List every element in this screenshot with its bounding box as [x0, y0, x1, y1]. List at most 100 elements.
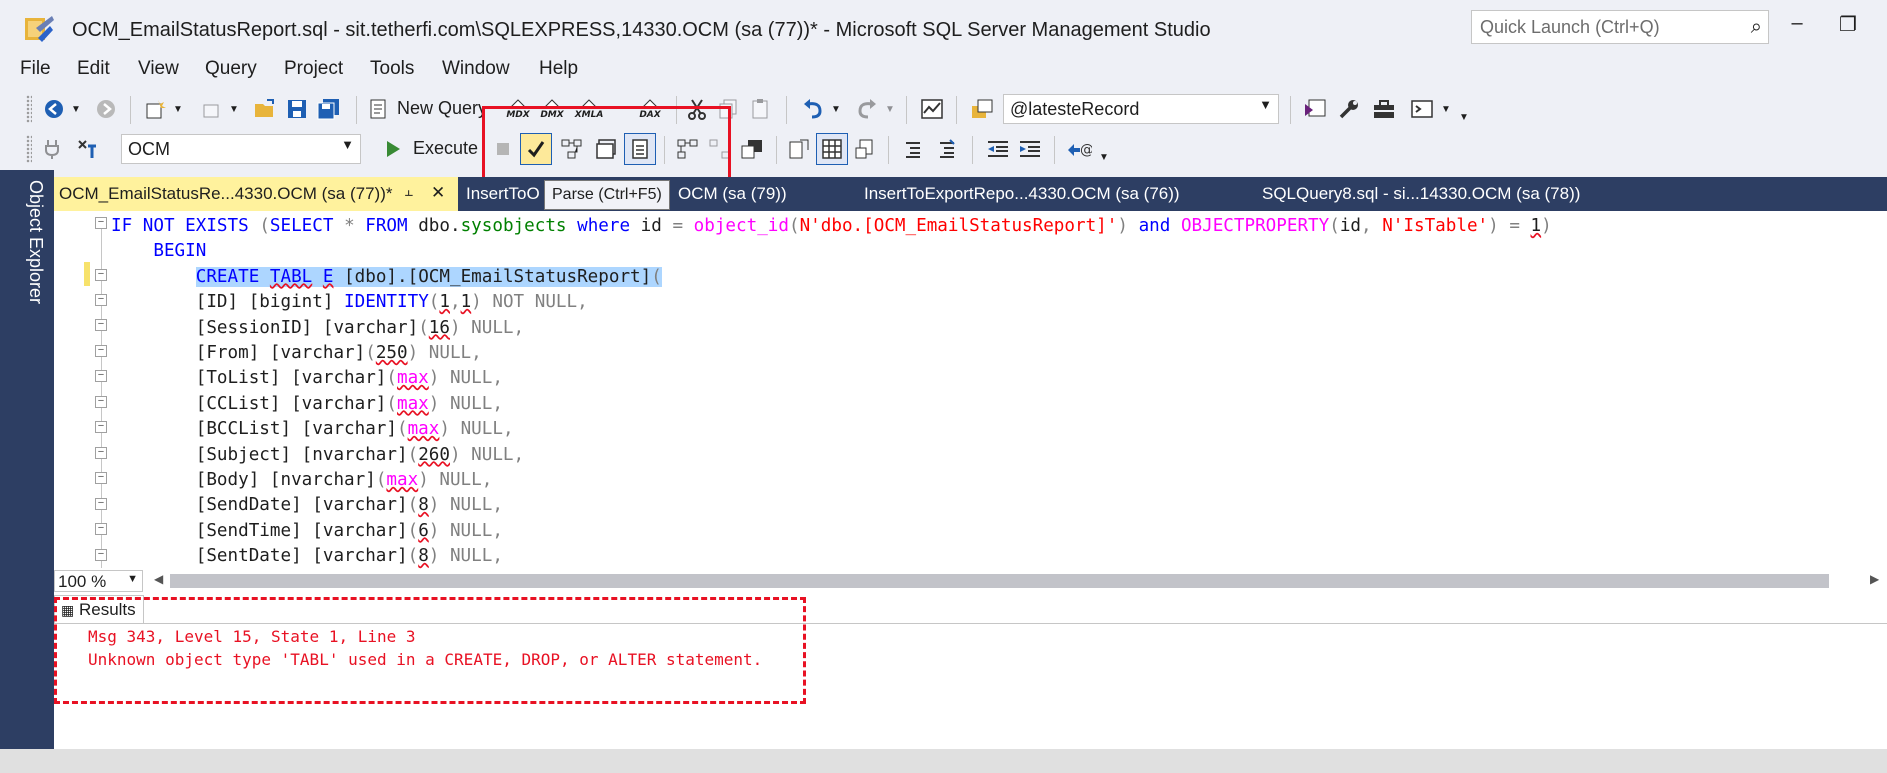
code-line[interactable]: [ID] [bigint] IDENTITY(1,1) NOT NULL, [111, 290, 588, 315]
execute-icon[interactable] [381, 135, 405, 163]
quick-launch-input[interactable]: Quick Launch (Ctrl+Q) ⌕ [1471, 10, 1769, 44]
parameter-select-value: @latesteRecord [1010, 99, 1140, 119]
toolbar-grip[interactable] [26, 135, 32, 163]
undo-icon[interactable] [800, 95, 826, 123]
add-item-dropdown-icon[interactable]: ▼ [228, 95, 240, 123]
database-select[interactable]: OCM ▼ [121, 134, 361, 164]
redo-icon[interactable] [854, 95, 880, 123]
pin-icon[interactable]: ⫠ [404, 183, 413, 200]
parse-tooltip: Parse (Ctrl+F5) [544, 180, 670, 210]
code-line[interactable]: [SendTime] [varchar](6) NULL, [111, 519, 503, 544]
tab-ocm-emailstatusreport[interactable]: OCM_EmailStatusRe...4330.OCM (sa (77))* … [54, 177, 458, 211]
new-project-icon[interactable] [142, 95, 168, 123]
terminal-dropdown-icon[interactable]: ▼ [1440, 95, 1452, 123]
tab-sqlquery8[interactable]: SQLQuery8.sql - si...14330.OCM (sa (78)) [1262, 177, 1592, 211]
redo-dropdown-icon[interactable]: ▼ [884, 95, 896, 123]
code-line[interactable]: [SessionID] [varchar](16) NULL, [111, 316, 524, 341]
uncomment-icon[interactable] [934, 135, 960, 163]
back-dropdown-icon[interactable]: ▼ [70, 95, 82, 123]
solution-explorer-icon[interactable] [1302, 95, 1328, 123]
fold-collapse-icon[interactable]: − [95, 319, 107, 331]
fold-collapse-icon[interactable]: − [95, 269, 107, 281]
code-line[interactable]: [Subject] [nvarchar](260) NULL, [111, 443, 524, 468]
activity-monitor-icon[interactable] [918, 95, 946, 123]
forward-icon[interactable] [94, 95, 118, 123]
undo-dropdown-icon[interactable]: ▼ [830, 95, 842, 123]
new-project-dropdown-icon[interactable]: ▼ [172, 95, 184, 123]
menu-file[interactable]: File [20, 58, 51, 80]
code-line[interactable]: BEGIN [111, 239, 206, 264]
code-line[interactable]: [CCList] [varchar](max) NULL, [111, 392, 503, 417]
menu-help[interactable]: Help [539, 58, 578, 80]
fold-collapse-icon[interactable]: − [95, 217, 107, 229]
wrench-icon[interactable] [1336, 95, 1362, 123]
fold-collapse-icon[interactable]: − [95, 472, 107, 484]
ssms-window: { "window": { "title": "OCM_EmailStatusR… [0, 0, 1887, 773]
toolbar-overflow-icon[interactable]: ▼ [1098, 143, 1110, 171]
fold-collapse-icon[interactable]: − [95, 370, 107, 382]
outdent-icon[interactable] [984, 135, 1012, 163]
scroll-right-icon[interactable]: ▶ [1870, 572, 1879, 586]
change-connection-icon[interactable] [74, 135, 100, 163]
menu-query[interactable]: Query [205, 58, 257, 80]
parameter-icon[interactable] [968, 95, 996, 123]
code-line[interactable]: [SentDate] [varchar](8) NULL, [111, 544, 503, 569]
fold-collapse-icon[interactable]: − [95, 396, 107, 408]
menu-project[interactable]: Project [284, 58, 343, 80]
fold-collapse-icon[interactable]: − [95, 345, 107, 357]
save-icon[interactable] [284, 95, 310, 123]
save-all-icon[interactable] [316, 95, 342, 123]
scroll-left-icon[interactable]: ◀ [154, 572, 163, 586]
results-to-file-icon[interactable] [852, 135, 878, 163]
parameter-select[interactable]: @latesteRecord ▼ [1003, 94, 1279, 124]
menu-tools[interactable]: Tools [370, 58, 414, 80]
add-item-icon[interactable] [198, 95, 224, 123]
close-icon[interactable]: ✕ [431, 183, 445, 203]
restore-button[interactable]: ❐ [1828, 12, 1868, 42]
toolbar-grip[interactable] [26, 95, 32, 123]
tab-inserttoexportreport[interactable]: InsertToExportRepo...4330.OCM (sa (76)) [864, 177, 1194, 211]
results-to-text-icon[interactable] [786, 135, 812, 163]
fold-collapse-icon[interactable]: − [95, 549, 107, 561]
code-line[interactable]: [From] [varchar](250) NULL, [111, 341, 482, 366]
results-to-grid-icon[interactable] [816, 133, 848, 165]
comment-icon[interactable] [900, 135, 926, 163]
error-highlight-box [54, 597, 806, 704]
horizontal-scrollbar[interactable] [170, 574, 1829, 588]
terminal-icon[interactable] [1408, 95, 1436, 123]
fold-collapse-icon[interactable]: − [95, 447, 107, 459]
tab-label: OCM_EmailStatusRe...4330.OCM (sa (77))* [59, 184, 393, 203]
paste-icon[interactable] [748, 95, 772, 123]
zoom-select[interactable]: 100 % ▼ [54, 570, 143, 592]
fold-collapse-icon[interactable]: − [95, 421, 107, 433]
code-line[interactable]: [Body] [nvarchar](max) NULL, [111, 468, 493, 493]
fold-collapse-icon[interactable]: − [95, 523, 107, 535]
sql-editor-toolbar: OCM ▼ Execute @ ▼ [0, 129, 1887, 169]
tab-ocm-79[interactable]: OCM (sa (79)) [678, 177, 808, 211]
code-line[interactable]: [SendDate] [varchar](8) NULL, [111, 493, 503, 518]
toolbox-icon[interactable] [1370, 95, 1398, 123]
code-line[interactable]: [ToList] [varchar](max) NULL, [111, 366, 503, 391]
connect-icon[interactable] [40, 135, 64, 163]
code-line[interactable]: CREATE TABL E [dbo].[OCM_EmailStatusRepo… [111, 265, 662, 290]
fold-collapse-icon[interactable]: − [95, 498, 107, 510]
minimize-button[interactable]: – [1777, 12, 1817, 42]
object-explorer-tab[interactable]: Object Explorer [16, 180, 46, 340]
menu-edit[interactable]: Edit [77, 58, 110, 80]
search-icon[interactable]: ⌕ [1751, 16, 1762, 39]
back-icon[interactable] [42, 95, 66, 123]
new-query-icon[interactable] [366, 95, 390, 123]
fold-collapse-icon[interactable]: − [95, 294, 107, 306]
live-statistics-icon[interactable] [738, 135, 766, 163]
specify-values-icon[interactable]: @ [1064, 135, 1094, 163]
indent-icon[interactable] [1016, 135, 1044, 163]
menu-view[interactable]: View [138, 58, 179, 80]
new-query-button[interactable]: New Query [397, 98, 483, 119]
toolbar-overflow-icon[interactable]: ▼ [1458, 103, 1470, 131]
code-line[interactable]: IF NOT EXISTS (SELECT * FROM dbo.sysobje… [111, 214, 1552, 239]
chevron-down-icon: ▼ [341, 137, 354, 152]
menu-window[interactable]: Window [442, 58, 510, 80]
open-icon[interactable] [252, 95, 278, 123]
execute-button[interactable]: Execute [413, 138, 478, 159]
code-line[interactable]: [BCCList] [varchar](max) NULL, [111, 417, 514, 442]
